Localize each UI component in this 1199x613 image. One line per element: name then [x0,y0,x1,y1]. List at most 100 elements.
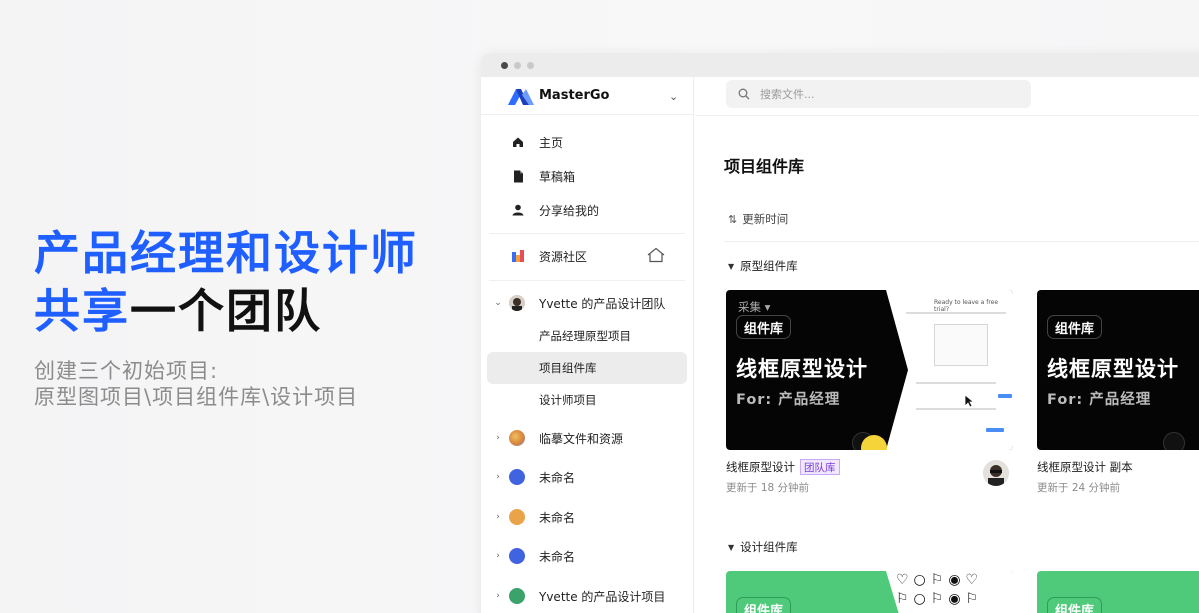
card-updated: 更新于 18 分钟前 [726,482,810,494]
team-library-badge: 团队库 [800,459,840,475]
decorative-circle [1163,432,1185,450]
sidebar-divider [489,280,685,281]
headline-line-2-blue: 共享 [34,284,130,338]
promo-headline: 产品经理和设计师 共享一个团队 [34,224,418,340]
team-row[interactable]: › 未命名 [493,546,575,566]
page-title: 项目组件库 [724,157,805,176]
mock-button [998,394,1012,398]
mock-button [986,428,1004,432]
nav-shared-label: 分享给我的 [539,203,600,218]
wireframe-preview: Ready to leave a free trial? [886,290,1013,450]
card-name: 线框原型设计 副本 [1037,460,1133,474]
nav-community-label: 资源社区 [539,249,588,264]
team-name: 未命名 [539,549,576,564]
team-avatar [509,588,525,604]
chevron-down-icon[interactable]: ⌄ [669,90,678,103]
mock-heading: Ready to leave a free trial? [934,299,999,313]
thumb-title: 线框原型设计 [736,357,868,381]
thumb-subtitle: For: 产品经理 [1047,392,1152,408]
section-header[interactable]: ▼ 原型组件库 [728,258,798,274]
nav-drafts[interactable]: 草稿箱 [511,167,575,185]
sort-icon: ⇅ [728,212,738,226]
team-row[interactable]: › 临摹文件和资源 [493,428,623,448]
team-row[interactable]: › 未命名 [493,507,575,527]
mock-form [934,324,988,366]
chevron-right-icon[interactable]: › [493,433,503,443]
chevron-right-icon[interactable]: › [493,591,503,601]
team-avatar [509,430,525,446]
component-tag: 组件库 [1047,315,1103,339]
project-item[interactable]: 产品经理原型项目 [539,328,631,344]
team-avatar [509,295,525,311]
glyph-row: ⚐○⚐◉⚐ [896,591,984,607]
project-item[interactable]: 设计师项目 [539,392,597,408]
component-tag: 组件库 [736,315,792,339]
mock-line [916,382,996,384]
nav-community[interactable]: 资源社区 [511,247,587,265]
collect-overlay[interactable]: 采集 ▾ [738,299,770,315]
section-header[interactable]: ▼ 设计组件库 [728,539,798,555]
nav-drafts-label: 草稿箱 [539,169,576,184]
search-bar[interactable] [726,80,1031,108]
collect-label: 采集 [738,300,761,314]
icon-grid-preview: ♡○⚐◉♡ ⚐○⚐◉⚐ [896,571,983,609]
community-home-icon[interactable] [647,247,665,267]
card-name: 线框原型设计 [726,460,795,474]
glyph-row: ♡○⚐◉♡ [896,572,984,588]
triangle-down-icon: ▼ [728,542,735,552]
window-titlebar [481,53,1199,77]
promo-subtext: 创建三个初始项目: 原型图项目\项目组件库\设计项目 [34,358,418,410]
section-title: 设计组件库 [740,540,798,554]
promo-sub-line-2: 原型图项目\项目组件库\设计项目 [34,385,359,409]
thumb-subtitle: For: 产品经理 [736,392,841,408]
team-avatar [509,469,525,485]
triangle-down-icon: ▼ [728,261,735,271]
window-close-dot[interactable] [501,62,508,69]
search-icon [738,88,750,100]
home-icon [511,135,525,149]
app-window: MasterGo ⌄ 主页 草稿箱 分享给我的 资源社区 ⌄ Yvette 的产… [481,53,1199,613]
file-card[interactable]: Ready to leave a free trial? 采集 ▾ 组件库 线框… [726,290,1013,495]
team-name: 未命名 [539,470,576,485]
draft-file-icon [511,169,525,183]
headline-line-1: 产品经理和设计师 [34,226,418,280]
sidebar-divider [489,233,685,234]
window-minimize-dot[interactable] [514,62,521,69]
brand-switcher[interactable]: MasterGo ⌄ [481,77,693,115]
card-thumbnail: ♡○⚐◉♡ ⚐○⚐◉⚐ 组件库 [726,571,1013,613]
team-row-expanded[interactable]: ⌄ Yvette 的产品设计团队 [493,293,665,313]
search-input[interactable] [760,87,1000,101]
card-title: 线框原型设计 副本 [1037,459,1199,475]
sort-control[interactable]: ⇅ 更新时间 [728,211,788,227]
team-row[interactable]: › 未命名 [493,467,575,487]
thumb-title: 线框原型设计 [1047,357,1179,381]
decorative-circle [861,435,887,450]
team-name: 未命名 [539,510,576,525]
team-avatar [509,548,525,564]
mock-line [916,408,996,410]
brand-name: MasterGo [539,88,610,103]
chevron-right-icon[interactable]: › [493,551,503,561]
chevron-right-icon[interactable]: › [493,472,503,482]
window-zoom-dot[interactable] [527,62,534,69]
team-name: Yvette 的产品设计项目 [539,589,666,604]
chevron-right-icon[interactable]: › [493,512,503,522]
component-tag: 组件库 [1047,597,1103,613]
sidebar: MasterGo ⌄ 主页 草稿箱 分享给我的 资源社区 ⌄ Yvette 的产… [481,77,694,613]
cursor-icon [964,394,974,408]
team-row[interactable]: › Yvette 的产品设计项目 [493,586,665,606]
chevron-down-icon[interactable]: ⌄ [493,298,503,308]
promo-block: 产品经理和设计师 共享一个团队 创建三个初始项目: 原型图项目\项目组件库\设计… [34,224,418,410]
section-divider [724,241,1199,242]
nav-shared[interactable]: 分享给我的 [511,201,599,219]
community-icon [511,249,525,263]
owner-avatar [983,460,1009,486]
card-title: 线框原型设计 团队库 [726,459,1013,475]
nav-home[interactable]: 主页 [511,133,563,151]
file-card[interactable]: 组件库 线框原型设计 For: 产品经理 线框原型设计 副本 更新于 24 分钟… [1037,290,1199,495]
card-thumbnail: Ready to leave a free trial? 采集 ▾ 组件库 线框… [726,290,1013,450]
project-item-selected[interactable]: 项目组件库 [539,360,597,376]
file-card[interactable]: 组件库 [1037,571,1199,613]
team-name: 临摹文件和资源 [539,431,624,446]
file-card[interactable]: ♡○⚐◉♡ ⚐○⚐◉⚐ 组件库 [726,571,1013,613]
